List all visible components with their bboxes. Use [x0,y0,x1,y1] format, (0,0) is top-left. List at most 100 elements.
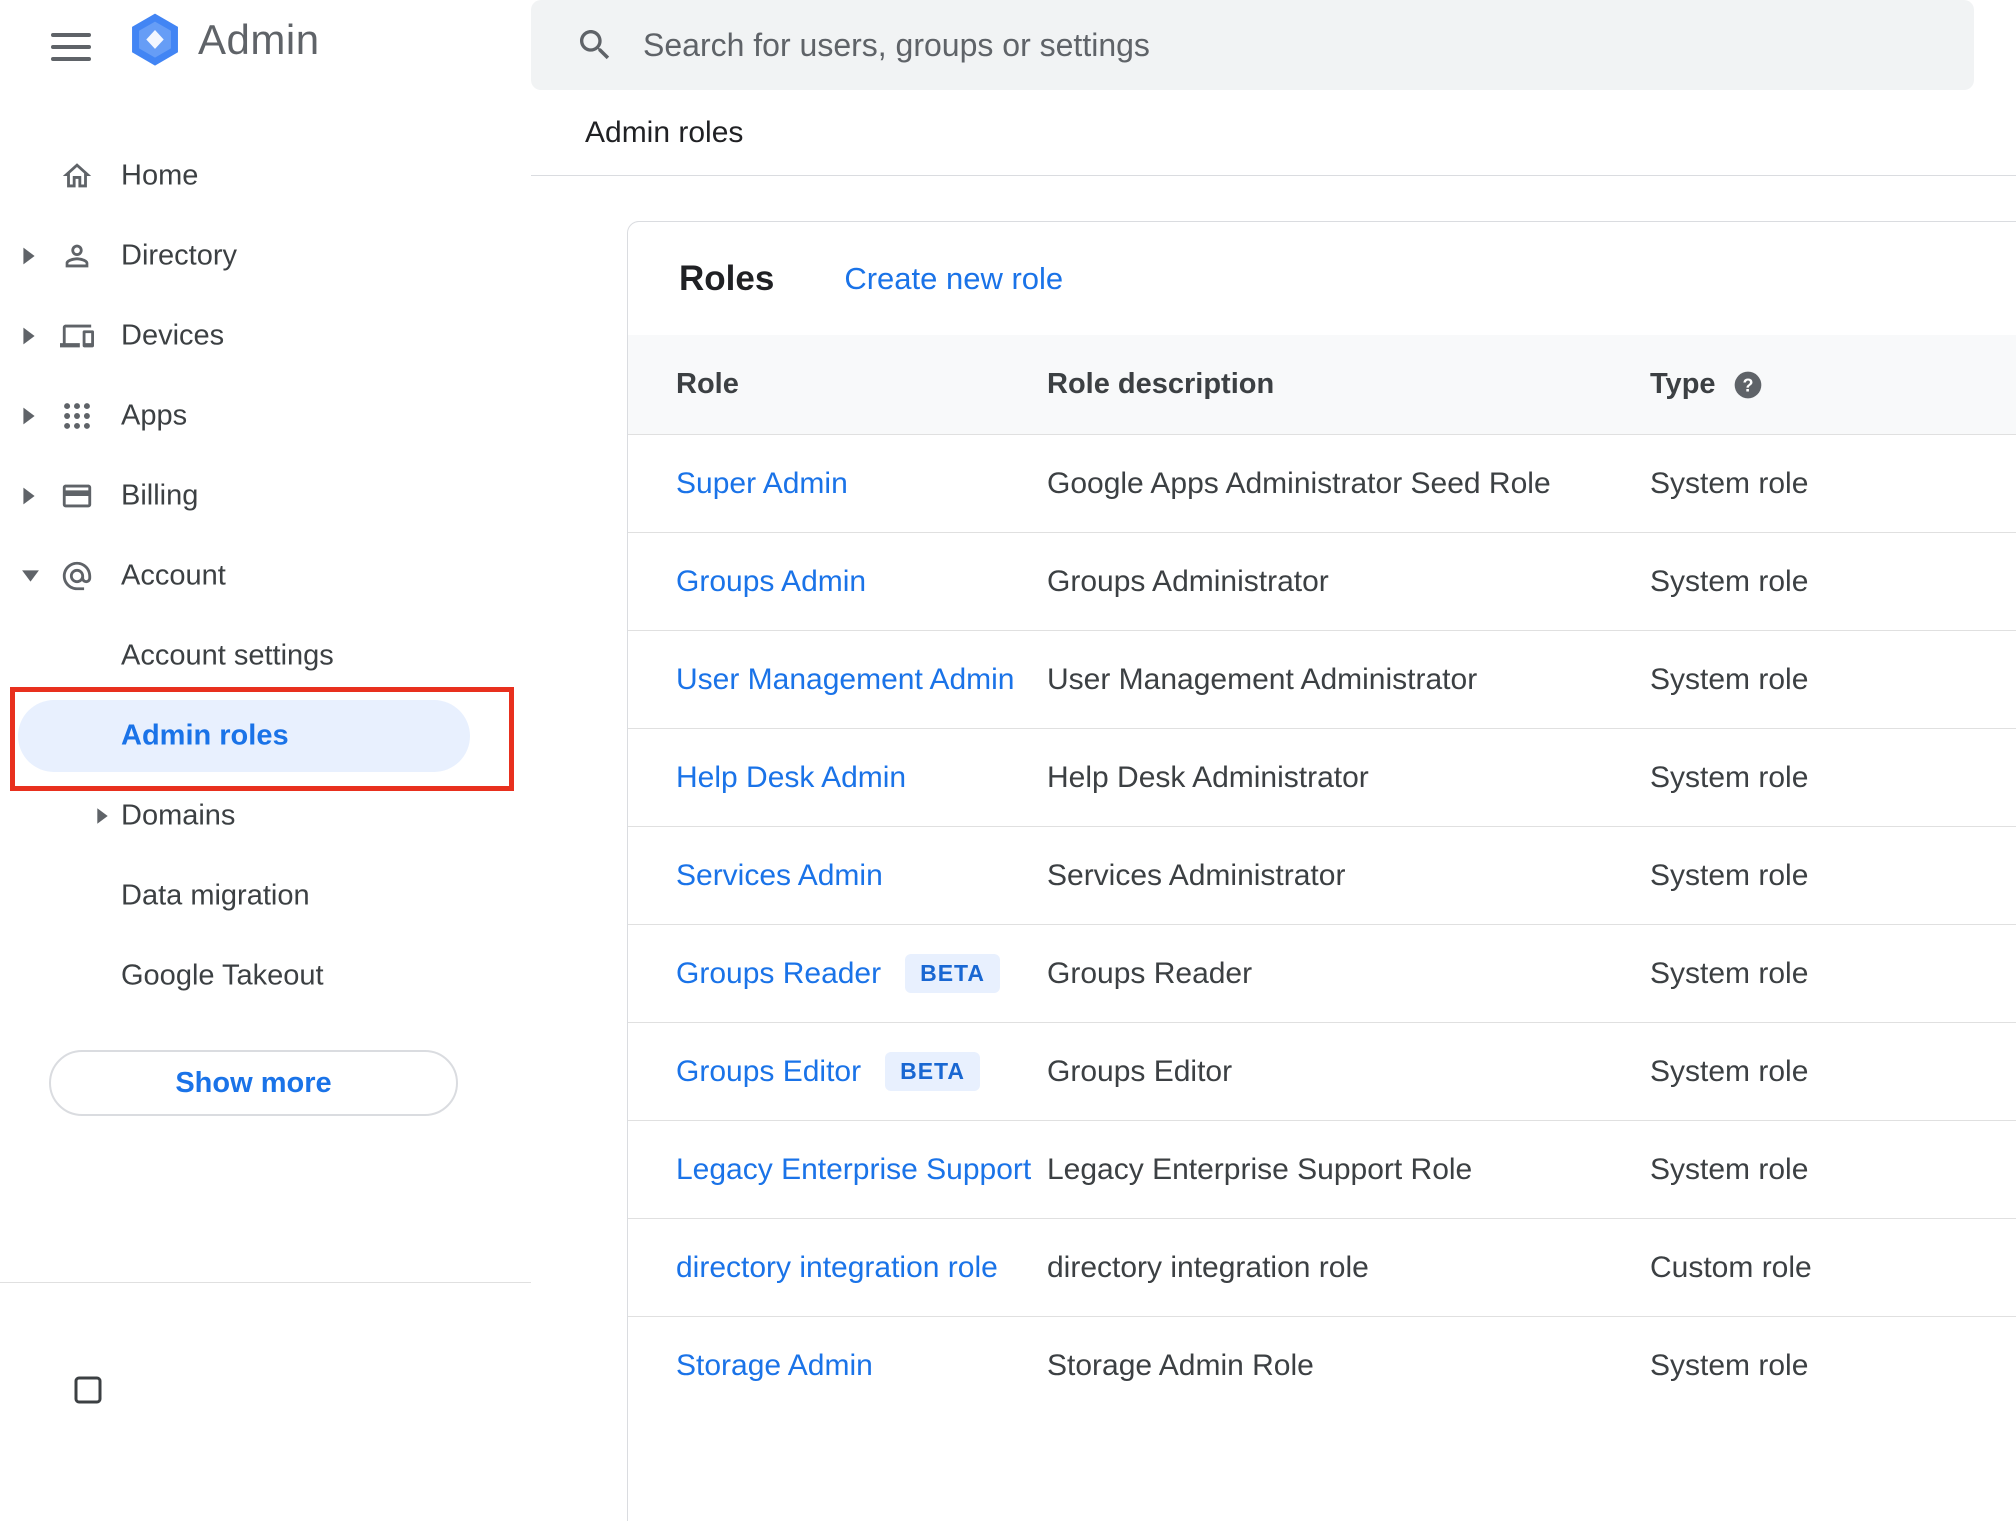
sidebar-item-apps[interactable]: Apps [0,376,531,456]
role-type: Custom role [1650,1250,1812,1284]
role-description: Help Desk Administrator [1047,760,1369,794]
chevron-down-icon[interactable] [22,569,42,583]
sidebar-bottom-icon[interactable] [70,1372,106,1408]
table-row: Groups Reader BETA Groups Reader System rol… [628,924,2016,1022]
show-more-button[interactable]: Show more [49,1050,458,1116]
role-type: System role [1650,956,1809,990]
sidebar-item-label: Home [121,159,199,192]
role-type: System role [1650,1348,1809,1382]
role-description: Storage Admin Role [1047,1348,1314,1382]
sidebar-item-label: Billing [121,479,199,512]
table-row: Help Desk Admin Help Desk Administrator Sy… [628,728,2016,826]
sidebar-item-label: Admin roles [121,719,289,752]
sidebar-item-home[interactable]: Home [0,136,531,216]
svg-text:?: ? [1742,375,1753,395]
breadcrumb-label: Admin roles [585,115,744,149]
table-body: Super Admin Google Apps Administrator See… [628,434,2016,1414]
role-link[interactable]: Legacy Enterprise Support [676,1153,1031,1187]
chevron-right-icon[interactable] [22,487,42,505]
sidebar-item-label: Account settings [121,639,334,672]
chevron-right-icon[interactable] [22,327,42,345]
chevron-right-icon[interactable] [96,808,109,824]
role-link[interactable]: Help Desk Admin [676,761,906,795]
sidebar-header: Admin [0,0,531,136]
roles-title: Roles [679,258,775,298]
role-description: Services Administrator [1047,858,1346,892]
sidebar-item-label: Account [121,559,226,592]
sidebar-item-label: Data migration [121,879,310,912]
help-icon[interactable]: ? [1732,369,1764,401]
table-header-row: Role Role description Type ? [628,335,2016,434]
role-type: System role [1650,1054,1809,1088]
table-row: Legacy Enterprise Support Legacy Enterpri… [628,1120,2016,1218]
sidebar-item-account[interactable]: Account [0,536,531,616]
role-type: System role [1650,760,1809,794]
main-content: Admin roles Roles Create new role Role R… [531,0,2016,1521]
table-row: directory integration role directory inte… [628,1218,2016,1316]
sidebar-item-admin-roles[interactable]: Admin roles [0,696,531,776]
sidebar-item-label: Apps [121,399,188,432]
role-link[interactable]: Groups Editor [676,1055,861,1089]
sidebar-nav: Home Directory Devices Apps Billing Acco… [0,136,531,1116]
sidebar-item-label: Domains [121,799,236,832]
apps-icon [60,399,94,433]
role-type: System role [1650,662,1809,696]
table-row: Storage Admin Storage Admin Role System ro… [628,1316,2016,1414]
sidebar-item-data-migration[interactable]: Data migration [0,856,531,936]
admin-logo-icon [126,10,184,68]
breadcrumb: Admin roles [531,90,2016,176]
table-row: User Management Admin User Management Adm… [628,630,2016,728]
sidebar-item-google-takeout[interactable]: Google Takeout [0,936,531,1016]
search-bar[interactable] [531,0,1974,90]
role-type: System role [1650,564,1809,598]
sidebar-item-directory[interactable]: Directory [0,216,531,296]
column-header-role: Role [676,368,739,400]
sidebar-item-domains[interactable]: Domains [0,776,531,856]
sidebar-item-billing[interactable]: Billing [0,456,531,536]
home-icon [60,159,94,193]
directory-icon [60,239,94,273]
role-description: Groups Reader [1047,956,1253,990]
search-input[interactable] [643,26,1944,64]
table-row: Groups Editor BETA Groups Editor System rol… [628,1022,2016,1120]
table-row: Groups Admin Groups Administrator System r… [628,532,2016,630]
role-link[interactable]: Services Admin [676,859,883,893]
sidebar-item-label: Directory [121,239,238,272]
app-title: Admin [198,16,320,63]
chevron-right-icon[interactable] [22,247,42,265]
billing-icon [60,479,94,513]
sidebar: Admin Home Directory Devices Apps Billin… [0,0,531,1404]
role-link[interactable]: Groups Reader [676,957,881,991]
role-link[interactable]: Storage Admin [676,1349,873,1383]
account-icon [60,559,94,593]
search-icon [575,25,615,65]
role-description: Google Apps Administrator Seed Role [1047,466,1551,500]
role-description: directory integration role [1047,1250,1369,1284]
chevron-right-icon[interactable] [22,407,42,425]
beta-badge: BETA [885,1052,980,1091]
sidebar-item-label: Google Takeout [121,959,324,992]
beta-badge: BETA [905,954,1001,993]
role-type: System role [1650,858,1809,892]
role-link[interactable]: Groups Admin [676,565,866,599]
create-new-role-link[interactable]: Create new role [844,261,1063,297]
devices-icon [60,319,94,353]
role-description: Groups Editor [1047,1054,1233,1088]
role-description: User Management Administrator [1047,662,1478,696]
sidebar-item-devices[interactable]: Devices [0,296,531,376]
sidebar-item-label: Devices [121,319,225,352]
role-link[interactable]: Super Admin [676,467,848,501]
sidebar-item-account-settings[interactable]: Account settings [0,616,531,696]
table-row: Services Admin Services Administrator Syst… [628,826,2016,924]
role-description: Groups Administrator [1047,564,1329,598]
role-link[interactable]: User Management Admin [676,663,1015,697]
column-header-role-description: Role description [1047,368,1275,400]
column-header-type: Type ? [1650,368,2016,401]
table-row: Super Admin Google Apps Administrator See… [628,434,2016,532]
role-type: System role [1650,466,1809,500]
menu-icon[interactable] [51,32,91,62]
role-description: Legacy Enterprise Support Role [1047,1152,1473,1186]
role-link[interactable]: directory integration role [676,1251,998,1285]
sidebar-bottom-divider [0,1282,531,1283]
roles-card: Roles Create new role Role Role descript… [627,221,2016,1521]
